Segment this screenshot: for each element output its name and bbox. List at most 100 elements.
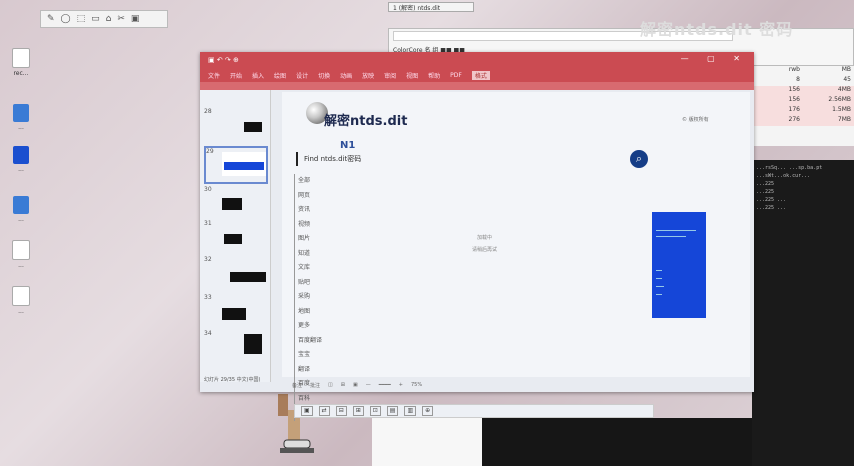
tab-design[interactable]: 设计 — [296, 71, 308, 80]
sorter-view-icon[interactable]: ⊞ — [341, 382, 345, 388]
slide-canvas[interactable]: 解密ntds.dit © 版权所有 N1 Find ntds.dit密码 ⌕ 全… — [282, 92, 750, 421]
embedded-screenshot[interactable] — [652, 212, 706, 318]
overlay-heading: 解密ntds.dit 密码 — [640, 20, 794, 39]
rect-icon[interactable]: ▭ — [91, 14, 100, 24]
list-item[interactable]: 地图 — [294, 304, 334, 319]
zoom-out-button[interactable]: — — [366, 382, 371, 388]
terminal-window[interactable]: ...rsSq... ...sp.ba.pt ...sWt...ok.cur..… — [752, 160, 854, 466]
table-row[interactable]: 8 45 — [753, 76, 854, 86]
app-icon — [13, 146, 29, 164]
table-row[interactable]: 276 7MB — [753, 116, 854, 126]
list-item[interactable]: 百度翻译 — [294, 333, 334, 348]
swap-icon[interactable]: ⇄ — [318, 406, 330, 416]
browser-tab[interactable]: 1 (解密) ntds.dit — [388, 2, 474, 12]
copyright-link[interactable]: © 版权所有 — [682, 116, 709, 123]
reading-view-icon[interactable]: ▣ — [353, 382, 358, 388]
tab-help[interactable]: 帮助 — [428, 71, 440, 80]
bottom-toolbar: ▣ ⇄ ⊟ ⊞ ⊡ ▤ ▥ ⊕ — [294, 404, 654, 418]
table-row[interactable]: 176 1.5MB — [753, 106, 854, 116]
terminal-line: ...225 — [756, 181, 775, 187]
list-item[interactable]: 图片 — [294, 232, 334, 247]
home-icon[interactable]: ⌂ — [106, 14, 112, 24]
list-item[interactable]: 知道 — [294, 246, 334, 261]
table-row[interactable]: 156 4MB — [753, 86, 854, 96]
collapse-icon[interactable]: ⊟ — [335, 406, 347, 416]
window-icon[interactable]: ▣ — [131, 14, 140, 24]
ribbon-strip — [200, 82, 754, 90]
normal-view-icon[interactable]: ◫ — [328, 382, 333, 388]
desktop-icon-3[interactable]: ... — [4, 146, 38, 173]
desktop-icon-label: rec... — [13, 70, 29, 77]
zoom-level[interactable]: 75% — [411, 382, 422, 388]
slide-thumbnail[interactable]: 34 — [204, 330, 268, 368]
list-item[interactable]: 网页 — [294, 188, 334, 203]
file-icon — [12, 48, 30, 68]
list-item[interactable]: 视频 — [294, 217, 334, 232]
slide-thumbnail[interactable]: 33 — [204, 294, 268, 332]
desktop-icon-1[interactable]: rec... — [4, 48, 38, 77]
slide-thumbnail[interactable]: 32 — [204, 256, 268, 294]
list-item[interactable]: 文库 — [294, 261, 334, 276]
tab-file[interactable]: 文件 — [208, 71, 220, 80]
list-item[interactable]: 资讯 — [294, 203, 334, 218]
tab-insert[interactable]: 插入 — [252, 71, 264, 80]
layout-icon[interactable]: ▤ — [386, 406, 399, 416]
pen-icon[interactable]: ✎ — [47, 14, 55, 24]
slide-thumbnail[interactable]: 31 — [204, 220, 268, 258]
slide-thumbnail-selected[interactable]: 29 — [204, 146, 268, 184]
search-icon[interactable]: ⌕ — [630, 150, 648, 168]
search-input[interactable]: Find ntds.dit密码 — [296, 152, 622, 166]
tab-draw[interactable]: 绘图 — [274, 71, 286, 80]
window-controls[interactable]: — ▢ ✕ — [681, 54, 748, 63]
slide-thumbnail[interactable]: 28 — [204, 108, 268, 146]
list-item[interactable]: 更多 — [294, 319, 334, 334]
slide-thumbnail[interactable]: 30 — [204, 186, 268, 224]
tab-view[interactable]: 视图 — [406, 71, 418, 80]
tab-transitions[interactable]: 切换 — [318, 71, 330, 80]
quick-access-toolbar[interactable]: ▣ ↶ ↷ ⊕ — [208, 56, 239, 64]
notes-button[interactable]: 备注 — [292, 382, 302, 389]
terminal-line: ...225 — [756, 189, 775, 195]
list-item[interactable]: 翻译 — [294, 362, 334, 377]
add-icon[interactable]: ⊕ — [422, 406, 434, 416]
columns-icon[interactable]: ▥ — [404, 406, 417, 416]
desktop-icon-2[interactable]: ... — [4, 104, 38, 131]
desktop-icon-label: ... — [18, 124, 24, 131]
tab-format[interactable]: 格式 — [471, 70, 490, 80]
desktop-icon-4[interactable]: ... — [4, 196, 38, 223]
circle-icon[interactable]: ◯ — [61, 14, 71, 24]
frame-icon[interactable]: ⊡ — [369, 406, 381, 416]
desktop-icon-label: ... — [18, 262, 24, 269]
comments-button[interactable]: 批注 — [310, 382, 320, 389]
desktop-icon-label: ... — [18, 308, 24, 315]
zoom-slider[interactable]: ━━━━ — [379, 382, 391, 388]
tab-home[interactable]: 开始 — [230, 71, 242, 80]
desktop-icon-label: ... — [18, 216, 24, 223]
search-logo-mark: N1 — [340, 140, 356, 151]
terminal-line: ...rsSq... ...sp.ba.pt — [756, 165, 823, 171]
table-row[interactable]: 156 2.56MB — [753, 96, 854, 106]
table-row[interactable]: rwb MB — [753, 66, 854, 76]
tab-animations[interactable]: 动画 — [340, 71, 352, 80]
monitor-icon — [13, 104, 29, 122]
slide-title[interactable]: 解密ntds.dit — [324, 110, 407, 129]
zoom-in-button[interactable]: + — [399, 382, 403, 388]
presentation-window: ▣ ↶ ↷ ⊕ — ▢ ✕ 文件 开始 插入 绘图 设计 切换 动画 放映 审阅… — [200, 52, 754, 421]
list-item[interactable]: 宝宝 — [294, 348, 334, 363]
list-item[interactable]: 全部 — [294, 174, 334, 189]
list-item[interactable]: 贴吧 — [294, 275, 334, 290]
expand-icon[interactable]: ⊞ — [352, 406, 364, 416]
process-table: rwb MB 8 45 156 4MB 156 2.56MB 176 1.5MB 276 7… — [752, 66, 854, 146]
tab-slideshow[interactable]: 放映 — [362, 71, 374, 80]
dark-background-window — [482, 418, 752, 466]
desktop-icon-5[interactable]: ... — [4, 240, 38, 269]
light-background-window — [372, 418, 482, 466]
tab-pdf[interactable]: PDF — [450, 72, 462, 79]
status-bar: 备注 批注 ◫ ⊞ ▣ — ━━━━ + 75% — [282, 380, 750, 390]
cut-icon[interactable]: ✂ — [117, 14, 125, 24]
list-item[interactable]: 采购 — [294, 290, 334, 305]
select-icon[interactable]: ⬚ — [77, 14, 86, 24]
desktop-icon-6[interactable]: ... — [4, 286, 38, 315]
grid-icon[interactable]: ▣ — [301, 406, 313, 416]
tab-review[interactable]: 审阅 — [384, 71, 396, 80]
